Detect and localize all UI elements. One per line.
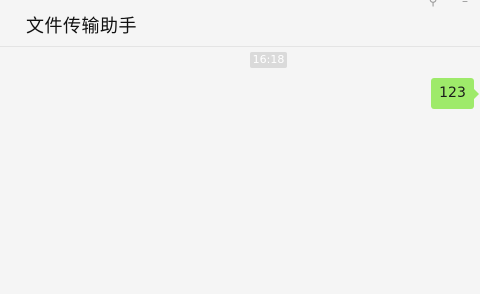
minimize-icon[interactable]: – <box>458 0 472 8</box>
pin-icon[interactable]: ⚲ <box>426 0 440 8</box>
chat-title: 文件传输助手 <box>26 16 137 37</box>
window-controls: ⚲ – <box>426 0 472 8</box>
sent-message-bubble[interactable]: 123 <box>431 78 479 109</box>
chat-header: 文件传输助手 ⚲ – <box>0 0 480 47</box>
message-list: 16:18 123 <box>0 47 480 294</box>
message-timestamp: 16:18 <box>250 52 287 68</box>
